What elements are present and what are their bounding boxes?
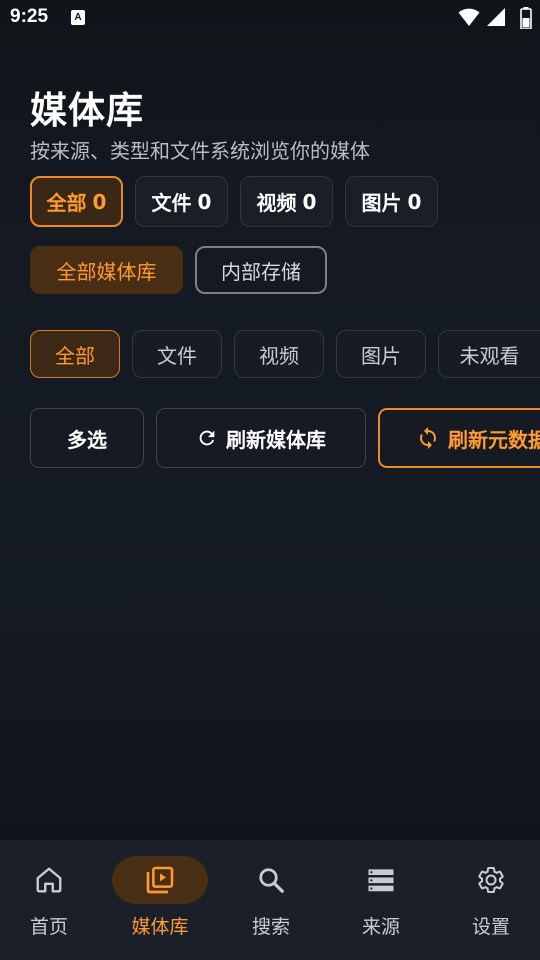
- multi-select-button[interactable]: 多选: [30, 408, 144, 468]
- chip-label: 全部: [46, 191, 87, 215]
- count-chip-all[interactable]: 全部 0: [30, 176, 123, 227]
- storage-icon: [365, 864, 397, 896]
- sync-icon: [416, 426, 440, 450]
- screen: 9:25 A 媒体库 按来源、类型和文件系统浏览你的媒体 全部 0 文件 0 视频 0…: [0, 0, 540, 960]
- refresh-metadata-label: 刷新元数据: [448, 427, 540, 452]
- library-chip-internal-storage[interactable]: 内部存储: [195, 246, 327, 294]
- count-chip-videos[interactable]: 视频 0: [240, 176, 333, 227]
- chip-count: 0: [302, 189, 317, 214]
- nav-label: 媒体库: [131, 916, 189, 938]
- nav-label: 搜索: [251, 916, 290, 938]
- type-chip-files[interactable]: 文件: [132, 330, 222, 378]
- wifi-icon: [458, 8, 480, 26]
- refresh-library-button[interactable]: 刷新媒体库: [156, 408, 366, 468]
- battery-icon: [520, 7, 532, 29]
- refresh-icon: [196, 427, 218, 449]
- count-chip-images[interactable]: 图片 0: [345, 176, 438, 227]
- refresh-metadata-button[interactable]: 刷新元数据: [378, 408, 540, 468]
- status-time: 9:25: [10, 6, 49, 27]
- search-icon: [255, 864, 287, 896]
- chip-count: 0: [407, 189, 422, 214]
- page-title: 媒体库: [30, 89, 144, 132]
- chip-count: 0: [92, 189, 107, 214]
- chip-label: 图片: [361, 191, 402, 215]
- nav-item-home[interactable]: 首页: [0, 840, 103, 960]
- gear-icon: [475, 864, 507, 896]
- signal-icon: [487, 8, 505, 26]
- type-chip-all[interactable]: 全部: [30, 330, 120, 378]
- chip-label: 视频: [256, 191, 297, 215]
- nav-label: 首页: [29, 916, 68, 938]
- refresh-library-label: 刷新媒体库: [226, 427, 326, 452]
- type-chip-images[interactable]: 图片: [336, 330, 426, 378]
- home-icon: [33, 864, 65, 896]
- video-library-icon: [144, 864, 176, 896]
- nav-item-sources[interactable]: 来源: [327, 840, 435, 960]
- chip-count: 0: [197, 189, 212, 214]
- count-chip-files[interactable]: 文件 0: [135, 176, 228, 227]
- page-subtitle: 按来源、类型和文件系统浏览你的媒体: [30, 139, 370, 163]
- nav-item-search[interactable]: 搜索: [217, 840, 325, 960]
- nav-item-settings[interactable]: 设置: [437, 840, 540, 960]
- library-chip-all[interactable]: 全部媒体库: [30, 246, 183, 294]
- multi-select-label: 多选: [67, 427, 107, 452]
- app-notification-icon: A: [71, 10, 85, 25]
- nav-label: 来源: [361, 916, 400, 938]
- nav-label: 设置: [471, 916, 510, 938]
- status-bar: 9:25 A: [0, 0, 540, 36]
- type-chip-videos[interactable]: 视频: [234, 330, 324, 378]
- type-chip-unwatched[interactable]: 未观看: [438, 330, 540, 378]
- nav-item-media-library[interactable]: 媒体库: [106, 840, 214, 960]
- chip-label: 文件: [151, 191, 192, 215]
- bottom-nav: 首页 媒体库 搜索 来源 设置: [0, 840, 540, 960]
